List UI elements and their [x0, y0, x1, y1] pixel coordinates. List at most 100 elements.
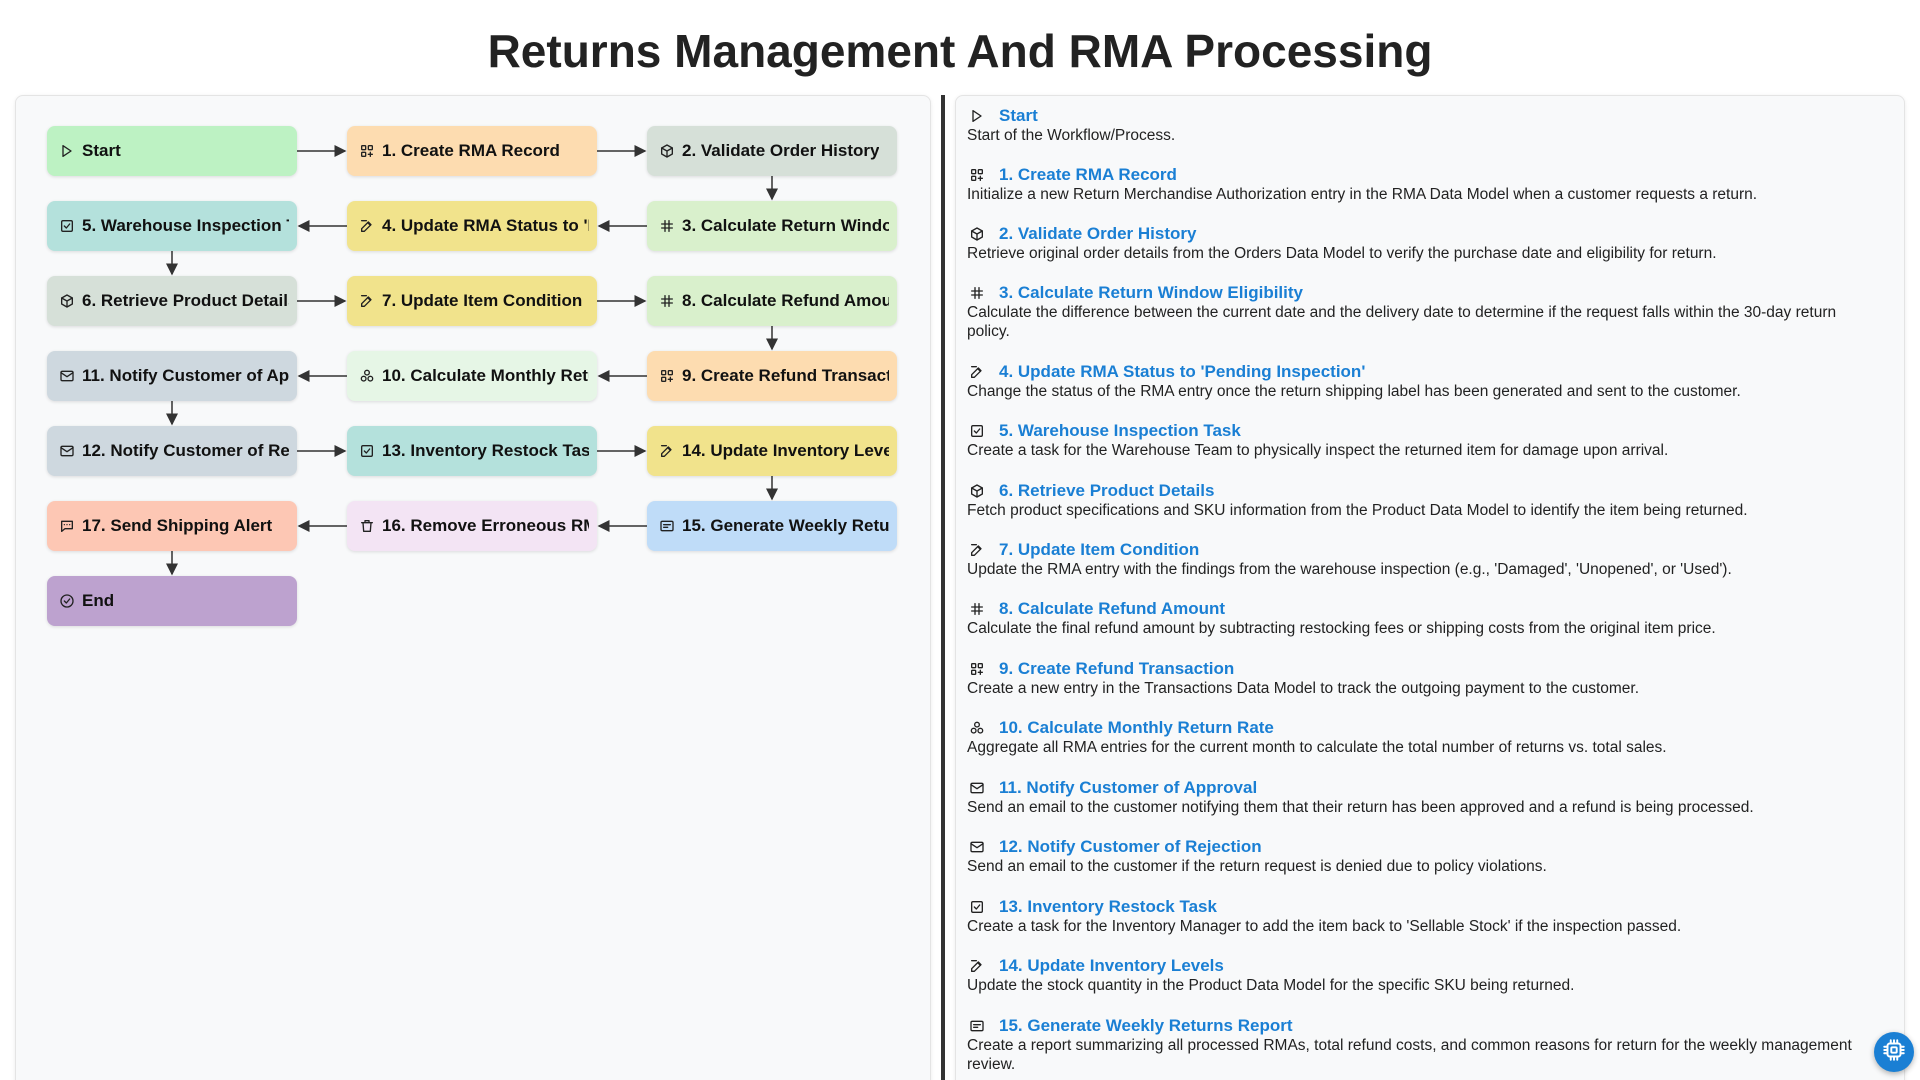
- flow-node-n11[interactable]: 11. Notify Customer of Approval: [47, 351, 297, 401]
- step-header: 3. Calculate Return Window Eligibility: [967, 283, 1897, 303]
- page-title: Returns Management And RMA Processing: [487, 25, 1433, 77]
- step-title-link[interactable]: 3. Calculate Return Window Eligibility: [999, 283, 1303, 303]
- hash-icon: [969, 601, 985, 617]
- step-header: 15. Generate Weekly Returns Report: [967, 1016, 1897, 1036]
- flow-node-n2[interactable]: 2. Validate Order History: [647, 126, 897, 176]
- step-description: Fetch product specifications and SKU inf…: [967, 502, 1748, 519]
- flow-node-n3[interactable]: 3. Calculate Return Window Eligibility: [647, 201, 897, 251]
- step-header: 4. Update RMA Status to 'Pending Inspect…: [967, 362, 1897, 382]
- flow-node-n4[interactable]: 4. Update RMA Status to 'Pending Inspect…: [347, 201, 597, 251]
- flow-node-n5[interactable]: 5. Warehouse Inspection Task: [47, 201, 297, 251]
- step-header: 5. Warehouse Inspection Task: [967, 421, 1897, 441]
- step-item: Start Start of the Workflow/Process.: [967, 106, 1897, 145]
- flow-node-label: 6. Retrieve Product Details: [82, 291, 289, 310]
- step-title-link[interactable]: 1. Create RMA Record: [999, 165, 1177, 185]
- flow-node-n17[interactable]: 17. Send Shipping Alert: [47, 501, 297, 551]
- step-item: 14. Update Inventory Levels Update the st…: [967, 956, 1897, 995]
- edit-icon: [659, 443, 675, 459]
- step-item: 12. Notify Customer of Rejection Send an …: [967, 837, 1897, 876]
- flow-node-label: 2. Validate Order History: [682, 141, 880, 160]
- flow-node-label: 15. Generate Weekly Returns Report: [682, 516, 889, 535]
- flow-node-n1[interactable]: 1. Create RMA Record: [347, 126, 597, 176]
- step-description: Calculate the final refund amount by sub…: [967, 620, 1716, 637]
- flow-node-end[interactable]: End: [47, 576, 297, 626]
- step-title-link[interactable]: Start: [999, 106, 1038, 126]
- check-circle-icon: [59, 593, 75, 609]
- steps-panel: Start Start of the Workflow/Process. 1. Cr…: [955, 95, 1905, 1080]
- step-title-link[interactable]: 4. Update RMA Status to 'Pending Inspect…: [999, 362, 1365, 382]
- mail-icon: [969, 780, 985, 796]
- grid-plus-icon: [969, 661, 985, 677]
- step-item: 7. Update Item Condition Update the RMA e…: [967, 540, 1897, 579]
- step-item: 13. Inventory Restock Task Create a task …: [967, 897, 1897, 936]
- flow-node-label: 14. Update Inventory Levels: [682, 441, 889, 460]
- checkbox-icon: [359, 443, 375, 459]
- step-title-link[interactable]: 5. Warehouse Inspection Task: [999, 421, 1241, 441]
- play-icon: [59, 143, 75, 159]
- step-header: 1. Create RMA Record: [967, 165, 1897, 185]
- flow-node-label: 1. Create RMA Record: [382, 141, 560, 160]
- step-header: 12. Notify Customer of Rejection: [967, 837, 1897, 857]
- step-description: Create a new entry in the Transactions D…: [967, 680, 1640, 697]
- flow-node-n16[interactable]: 16. Remove Erroneous RMA: [347, 501, 597, 551]
- step-header: 2. Validate Order History: [967, 224, 1897, 244]
- edit-icon: [359, 293, 375, 309]
- flow-node-n13[interactable]: 13. Inventory Restock Task: [347, 426, 597, 476]
- step-item: 9. Create Refund Transaction Create a new…: [967, 659, 1897, 698]
- edit-icon: [969, 958, 985, 974]
- hash-icon: [659, 218, 675, 234]
- step-header: 7. Update Item Condition: [967, 540, 1897, 560]
- step-title-link[interactable]: 8. Calculate Refund Amount: [999, 599, 1225, 619]
- step-item: 5. Warehouse Inspection Task Create a tas…: [967, 421, 1897, 460]
- step-title-link[interactable]: 2. Validate Order History: [999, 224, 1196, 244]
- flow-node-n12[interactable]: 12. Notify Customer of Rejection: [47, 426, 297, 476]
- step-title-link[interactable]: 14. Update Inventory Levels: [999, 956, 1224, 976]
- checkbox-icon: [59, 218, 75, 234]
- step-header: 14. Update Inventory Levels: [967, 956, 1897, 976]
- flow-node-label: 11. Notify Customer of Approval: [82, 366, 289, 385]
- grid-plus-icon: [969, 167, 985, 183]
- flow-node-label: Start: [82, 141, 121, 160]
- step-description: Update the stock quantity in the Product…: [967, 977, 1575, 994]
- step-item: 6. Retrieve Product Details Fetch product…: [967, 481, 1897, 520]
- step-title-link[interactable]: 9. Create Refund Transaction: [999, 659, 1234, 679]
- flow-node-n14[interactable]: 14. Update Inventory Levels: [647, 426, 897, 476]
- chip-icon: [1881, 1037, 1907, 1068]
- step-title-link[interactable]: 13. Inventory Restock Task: [999, 897, 1217, 917]
- step-item: 11. Notify Customer of Approval Send an e…: [967, 778, 1897, 817]
- flow-node-label: 7. Update Item Condition: [382, 291, 583, 310]
- trash-icon: [359, 518, 375, 534]
- step-description: Calculate the difference between the cur…: [967, 304, 1837, 340]
- step-description: Update the RMA entry with the findings f…: [967, 561, 1732, 578]
- step-header: 8. Calculate Refund Amount: [967, 599, 1897, 619]
- step-description: Start of the Workflow/Process.: [967, 127, 1176, 144]
- cluster-icon: [359, 368, 375, 384]
- step-header: 9. Create Refund Transaction: [967, 659, 1897, 679]
- step-title-link[interactable]: 10. Calculate Monthly Return Rate: [999, 718, 1274, 738]
- cube-icon: [969, 226, 985, 242]
- flow-node-n9[interactable]: 9. Create Refund Transaction: [647, 351, 897, 401]
- panel-divider[interactable]: [941, 95, 945, 1080]
- assistant-button[interactable]: [1874, 1032, 1914, 1072]
- flow-node-start[interactable]: Start: [47, 126, 297, 176]
- flow-node-n6[interactable]: 6. Retrieve Product Details: [47, 276, 297, 326]
- step-title-link[interactable]: 6. Retrieve Product Details: [999, 481, 1214, 501]
- flow-node-n15[interactable]: 15. Generate Weekly Returns Report: [647, 501, 897, 551]
- step-title-link[interactable]: 15. Generate Weekly Returns Report: [999, 1016, 1293, 1036]
- flow-node-label: 5. Warehouse Inspection Task: [82, 216, 289, 235]
- step-description: Create a task for the Warehouse Team to …: [967, 442, 1669, 459]
- flow-node-label: End: [82, 591, 115, 610]
- flow-node-n10[interactable]: 10. Calculate Monthly Return Rate: [347, 351, 597, 401]
- checkbox-icon: [969, 899, 985, 915]
- flow-node-label: 8. Calculate Refund Amount: [682, 291, 889, 310]
- step-title-link[interactable]: 12. Notify Customer of Rejection: [999, 837, 1262, 857]
- step-description: Aggregate all RMA entries for the curren…: [967, 739, 1667, 756]
- flow-node-label: 9. Create Refund Transaction: [682, 366, 889, 385]
- hash-icon: [969, 285, 985, 301]
- mail-icon: [969, 839, 985, 855]
- step-description: Create a task for the Inventory Manager …: [967, 918, 1682, 935]
- step-title-link[interactable]: 11. Notify Customer of Approval: [999, 778, 1257, 798]
- flow-node-n7[interactable]: 7. Update Item Condition: [347, 276, 597, 326]
- flow-node-n8[interactable]: 8. Calculate Refund Amount: [647, 276, 897, 326]
- step-title-link[interactable]: 7. Update Item Condition: [999, 540, 1199, 560]
